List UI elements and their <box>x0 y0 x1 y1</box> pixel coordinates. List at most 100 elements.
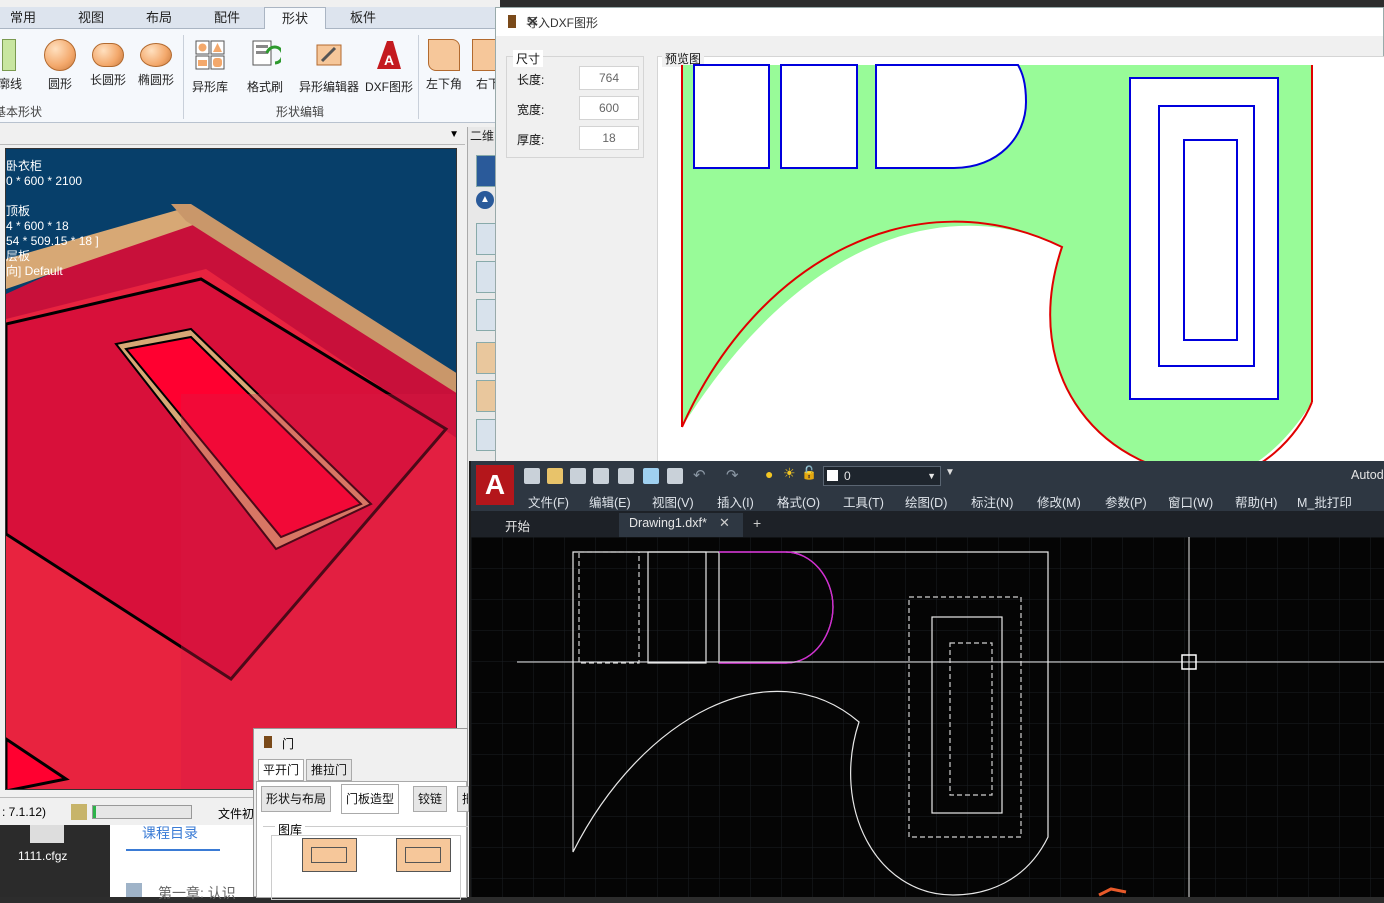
ribbon-shape: 廓线 圆形 长圆形 椭圆形 异形库 格式刷 异形编辑器 A DXF图形 左下角 … <box>0 29 504 123</box>
viewport-header: ▼ <box>0 127 465 145</box>
3d-viewport[interactable]: 卧衣柜 0 * 600 * 2100 顶板 4 * 600 * 18 54 * … <box>5 148 457 790</box>
tab-drawing1-label: Drawing1.dxf* <box>629 516 707 530</box>
new-tab-icon[interactable]: + <box>753 515 761 531</box>
length-label: 长度: <box>517 73 545 87</box>
tab-common[interactable]: 常用 <box>0 7 46 29</box>
ellipse-button[interactable]: 椭圆形 <box>128 39 184 88</box>
desktop-file-label[interactable]: 1111.cfgz <box>18 849 67 863</box>
format-brush-button[interactable]: 格式刷 <box>237 39 293 95</box>
tab-handle[interactable]: 把 <box>457 786 469 812</box>
preview-group: 预览图 <box>657 50 1384 466</box>
door-dialog: 门 平开门 推拉门 形状与布局 门板造型 铰链 把 图库 <box>253 728 469 900</box>
dxf-shape-button[interactable]: A DXF图形 <box>361 39 417 95</box>
tab-shape[interactable]: 形状 <box>264 7 326 30</box>
size-group-label: 尺寸 <box>513 50 544 67</box>
door-style-thumbnail[interactable] <box>302 838 357 872</box>
menu-window[interactable]: 窗口(W) <box>1168 492 1213 511</box>
course-heading[interactable]: 课程目录 <box>142 823 198 843</box>
version-text: : 7.1.12) <box>2 805 47 819</box>
shape-editor-button[interactable]: 异形编辑器 <box>293 39 365 95</box>
close-tab-icon[interactable]: ✕ <box>719 515 730 531</box>
tab-panel[interactable]: 板件 <box>340 7 386 29</box>
sun-icon[interactable]: ☀ <box>783 465 796 482</box>
menu-help[interactable]: 帮助(H) <box>1235 492 1277 511</box>
info-line: 54 * 509.15 * 18 ] <box>6 234 99 248</box>
file-icon[interactable] <box>30 825 64 843</box>
tab-view[interactable]: 视图 <box>68 7 114 29</box>
autocad-icon: A <box>377 41 401 69</box>
menu-view[interactable]: 视图(V) <box>652 492 694 511</box>
dropdown-arrow-icon[interactable]: ▼ <box>449 129 459 140</box>
collapse-icon[interactable]: ▲ <box>476 191 494 209</box>
library-group: 图库 <box>263 821 468 900</box>
library-list <box>271 835 461 900</box>
redo-icon[interactable]: ↷ <box>726 466 739 484</box>
side-header: 二维 <box>470 129 495 143</box>
menu-edit[interactable]: 编辑(E) <box>589 492 631 511</box>
tab-drawing1[interactable]: Drawing1.dxf* ✕ <box>619 513 743 537</box>
unlock-icon[interactable]: 🔓 <box>801 465 817 481</box>
door-style-panel <box>311 847 347 863</box>
open-folder-icon[interactable] <box>547 468 563 484</box>
close-icon[interactable]: ✕ <box>526 12 1369 32</box>
shape-library-button[interactable]: 异形库 <box>182 39 238 95</box>
menu-format[interactable]: 格式(O) <box>777 492 820 511</box>
tab-hinged-door[interactable]: 平开门 <box>258 759 305 781</box>
dxf-import-dialog: 导入DXF图形 ✕ 尺寸 长度: 764 宽度: 600 厚度: 18 预览图 <box>495 7 1384 466</box>
lower-left-corner-button[interactable]: 左下角 <box>416 39 472 92</box>
shape-editor-icon <box>316 44 342 66</box>
heading-underline <box>126 849 220 851</box>
outline-icon <box>2 39 16 71</box>
ellipse-label: 椭圆形 <box>137 73 174 87</box>
tab-hinge[interactable]: 铰链 <box>413 786 448 812</box>
menu-batch-plot[interactable]: M_批打印 <box>1297 492 1352 511</box>
tab-accessory[interactable]: 配件 <box>204 7 250 29</box>
layer-dropdown[interactable]: 0 ▼ <box>823 466 941 486</box>
size-group: 尺寸 长度: 764 宽度: 600 厚度: 18 <box>506 50 644 158</box>
info-line: 4 * 600 * 18 <box>6 219 69 233</box>
progress-fill <box>93 806 96 818</box>
width-label: 宽度: <box>517 103 545 117</box>
ellipse-icon <box>140 43 172 67</box>
save-icon[interactable] <box>570 468 586 484</box>
viewport-info: 卧衣柜 0 * 600 * 2100 顶板 4 * 600 * 18 54 * … <box>6 159 99 279</box>
print-icon[interactable] <box>667 468 683 484</box>
tab-layout[interactable]: 布局 <box>136 7 182 29</box>
status-label: 文件初 <box>218 807 255 821</box>
door-icon <box>264 736 272 748</box>
menu-file[interactable]: 文件(F) <box>528 492 569 511</box>
menu-insert[interactable]: 插入(I) <box>717 492 754 511</box>
door-style-thumbnail[interactable] <box>396 838 451 872</box>
new-file-icon[interactable] <box>524 468 540 484</box>
lightbulb-icon[interactable]: ● <box>765 466 773 482</box>
chapter-line[interactable]: 第一章: 认识 <box>158 883 236 903</box>
shape-library-label: 异形库 <box>191 80 228 94</box>
width-field[interactable]: 600 <box>579 96 639 120</box>
tab-panel-style[interactable]: 门板造型 <box>341 784 400 814</box>
export-icon[interactable] <box>643 468 659 484</box>
menu-tools[interactable]: 工具(T) <box>843 492 884 511</box>
menu-dimension[interactable]: 标注(N) <box>971 492 1013 511</box>
format-brush-icon <box>252 40 285 66</box>
info-line: 层板 <box>6 249 31 263</box>
svg-text:A: A <box>384 52 394 68</box>
drawing-canvas[interactable] <box>471 537 1384 897</box>
autocad-logo-icon[interactable]: A <box>476 465 514 505</box>
length-field[interactable]: 764 <box>579 66 639 90</box>
autocad-toolbar: A ↶ ↷ ● ☀ 🔓 0 ▼ ▼ Autod 文件(F) 编辑(E) 视图(V… <box>471 461 1384 511</box>
save-as-icon[interactable] <box>593 468 609 484</box>
chevron-down-icon: ▼ <box>927 471 936 481</box>
tab-start[interactable]: 开始 <box>505 516 530 535</box>
thickness-field[interactable]: 18 <box>579 126 639 150</box>
publish-icon[interactable] <box>618 468 634 484</box>
undo-icon[interactable]: ↶ <box>693 466 706 484</box>
menu-draw[interactable]: 绘图(D) <box>905 492 947 511</box>
tab-shape-layout[interactable]: 形状与布局 <box>261 786 332 812</box>
document-tab-bar: 开始 Drawing1.dxf* ✕ + <box>471 511 1384 537</box>
menu-parametric[interactable]: 参数(P) <box>1105 492 1147 511</box>
info-line: 0 * 600 * 2100 <box>6 174 83 188</box>
tab-sliding-door[interactable]: 推拉门 <box>306 759 353 781</box>
autocad-window: A ↶ ↷ ● ☀ 🔓 0 ▼ ▼ Autod 文件(F) 编辑(E) 视图(V… <box>469 461 1384 897</box>
menu-modify[interactable]: 修改(M) <box>1037 492 1081 511</box>
customize-dropdown-icon[interactable]: ▼ <box>945 467 955 478</box>
